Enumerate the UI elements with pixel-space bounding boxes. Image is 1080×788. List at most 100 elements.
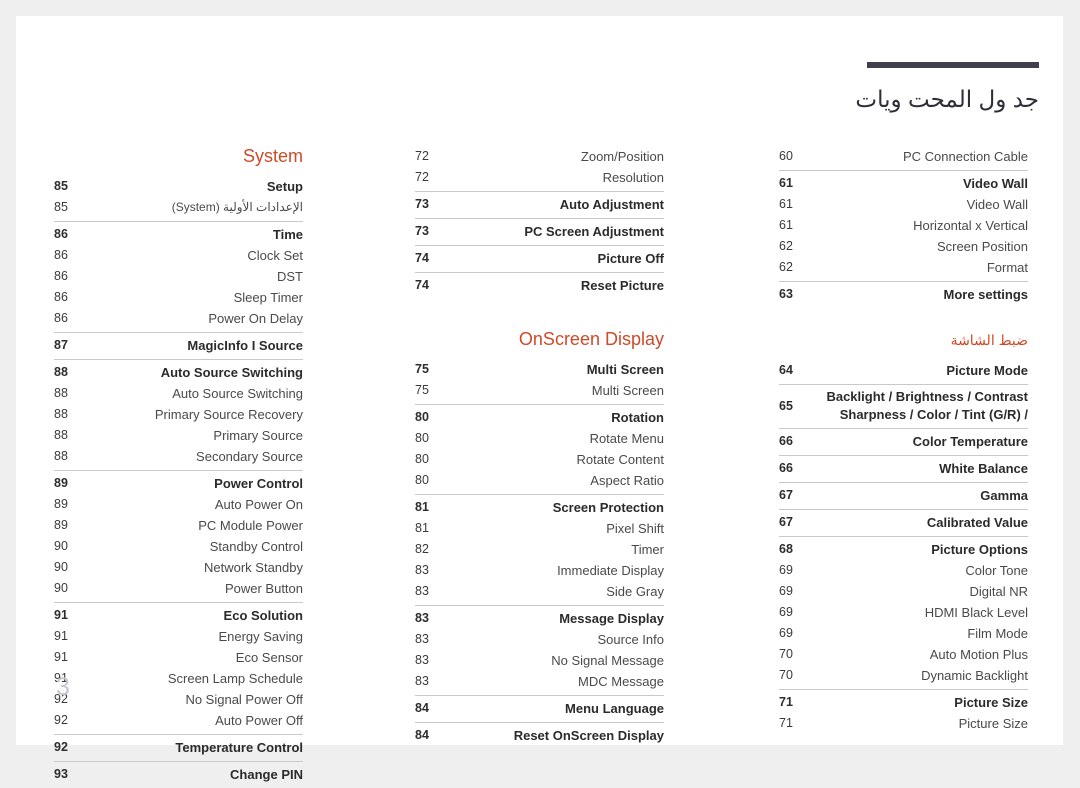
toc-entry[interactable]: 86 Power On Delay — [54, 308, 303, 329]
toc-entry[interactable]: 69 Digital NR — [779, 581, 1028, 602]
toc-entry[interactable]: 84 Menu Language — [415, 698, 664, 719]
toc-entry-label: Auto Power Off — [215, 713, 303, 728]
toc-entry[interactable]: 66 White Balance — [779, 458, 1028, 479]
toc-entry-page: 81 — [415, 521, 429, 535]
toc-entry-label: Source Info — [597, 632, 665, 647]
toc-entry[interactable]: 62 Format — [779, 257, 1028, 278]
toc-entry-label: Horizontal x Vertical — [913, 218, 1028, 233]
toc-entry[interactable]: 88 Auto Source Switching — [54, 362, 303, 383]
toc-entry[interactable]: 89 Power Control — [54, 473, 303, 494]
toc-entry[interactable]: 89 Auto Power On — [54, 494, 303, 515]
toc-entry[interactable]: 83 Immediate Display — [415, 560, 664, 581]
toc-entry[interactable]: 80 Rotate Content — [415, 449, 664, 470]
toc-entry[interactable]: 86 Clock Set — [54, 245, 303, 266]
toc-group: 61 Video Wall 61 Video Wall 61 Horizontal x V… — [779, 170, 1028, 281]
toc-entry[interactable]: 66 Color Temperature — [779, 431, 1028, 452]
toc-entry[interactable]: 68 Picture Options — [779, 539, 1028, 560]
toc-entry[interactable]: 85 الإعدادات الأولية (System) — [54, 197, 303, 218]
toc-entry[interactable]: 61 Video Wall — [779, 194, 1028, 215]
toc-entry[interactable]: 88 Secondary Source — [54, 446, 303, 467]
toc-entry[interactable]: 91 Eco Sensor — [54, 647, 303, 668]
toc-entry-page: 87 — [54, 338, 68, 352]
toc-entry-label: Picture Mode — [946, 363, 1028, 378]
toc-entry-label: الإعدادات الأولية (System) — [171, 200, 303, 214]
toc-entry[interactable]: 81 Screen Protection — [415, 497, 664, 518]
toc-entry[interactable]: 86 Sleep Timer — [54, 287, 303, 308]
toc-entry[interactable]: 89 PC Module Power — [54, 515, 303, 536]
toc-entry[interactable]: 60 PC Connection Cable — [779, 146, 1028, 167]
toc-group: 91 Eco Solution 91 Energy Saving 91 Eco Senso… — [54, 602, 303, 734]
toc-entry[interactable]: 82 Timer — [415, 539, 664, 560]
toc-entry[interactable]: 70 Dynamic Backlight — [779, 665, 1028, 686]
toc-entry[interactable]: 72 Zoom/Position — [415, 146, 664, 167]
toc-entry[interactable]: 69 Color Tone — [779, 560, 1028, 581]
toc-entry[interactable]: 90 Network Standby — [54, 557, 303, 578]
toc-entry[interactable]: 91 Eco Solution — [54, 605, 303, 626]
toc-entry-label: HDMI Black Level — [924, 605, 1028, 620]
toc-entry[interactable]: 61 Video Wall — [779, 173, 1028, 194]
toc-entry[interactable]: 72 Resolution — [415, 167, 664, 188]
toc-entry[interactable]: 64 Picture Mode — [779, 360, 1028, 381]
toc-entry[interactable]: 83 Source Info — [415, 629, 664, 650]
toc-entry[interactable]: 67 Gamma — [779, 485, 1028, 506]
toc-entry-page: 80 — [415, 431, 429, 445]
toc-entry[interactable]: 83 Message Display — [415, 608, 664, 629]
toc-entry-label: Auto Power On — [214, 497, 303, 512]
toc-entry[interactable]: 74 Picture Off — [415, 248, 664, 269]
toc-entry[interactable]: 83 Side Gray — [415, 581, 664, 602]
toc-entry-label: Eco Sensor — [235, 650, 303, 665]
toc-entry[interactable]: 85 Setup — [54, 176, 303, 197]
document-header: جد ول المحت ويات — [719, 62, 1039, 115]
toc-entry-label: Picture Options — [931, 542, 1028, 557]
toc-entry[interactable]: 73 PC Screen Adjustment — [415, 221, 664, 242]
toc-entry[interactable]: 67 Calibrated Value — [779, 512, 1028, 533]
toc-entry[interactable]: 92 Auto Power Off — [54, 710, 303, 731]
toc-entry[interactable]: 92 Temperature Control — [54, 737, 303, 758]
toc-entry[interactable]: 86 DST — [54, 266, 303, 287]
toc-entry[interactable]: 88 Primary Source Recovery — [54, 404, 303, 425]
toc-entry[interactable]: 75 Multi Screen — [415, 359, 664, 380]
toc-entry-page: 80 — [415, 410, 429, 424]
toc-entry[interactable]: 61 Horizontal x Vertical — [779, 215, 1028, 236]
toc-entry-label: PC Connection Cable — [902, 149, 1028, 164]
toc-entry[interactable]: 90 Power Button — [54, 578, 303, 599]
toc-entry[interactable]: 83 No Signal Message — [415, 650, 664, 671]
toc-entry[interactable]: 93 Change PIN — [54, 764, 303, 785]
toc-entry[interactable]: 86 Time — [54, 224, 303, 245]
toc-entry[interactable]: 65 Backlight / Brightness / Contrast Sharp… — [779, 387, 1028, 425]
toc-entry-page: 68 — [779, 542, 793, 556]
toc-entry-page: 88 — [54, 365, 68, 379]
toc-entry[interactable]: 91 Screen Lamp Schedule — [54, 668, 303, 689]
toc-entry[interactable]: 73 Auto Adjustment — [415, 194, 664, 215]
toc-entry[interactable]: 74 Reset Picture — [415, 275, 664, 296]
toc-entry[interactable]: 90 Standby Control — [54, 536, 303, 557]
toc-entry[interactable]: 88 Auto Source Switching — [54, 383, 303, 404]
toc-entry[interactable]: 87 MagicInfo I Source — [54, 335, 303, 356]
toc-entry[interactable]: 75 Multi Screen — [415, 380, 664, 401]
toc-entry[interactable]: 81 Pixel Shift — [415, 518, 664, 539]
toc-entry[interactable]: 69 Film Mode — [779, 623, 1028, 644]
toc-entry[interactable]: 80 Rotation — [415, 407, 664, 428]
toc-entry-page: 80 — [415, 452, 429, 466]
toc-entry[interactable]: 91 Energy Saving — [54, 626, 303, 647]
toc-entry-page: 90 — [54, 560, 68, 574]
toc-entry[interactable]: 80 Rotate Menu — [415, 428, 664, 449]
toc-group: 74 Picture Off — [415, 245, 664, 272]
toc-entry[interactable]: 69 HDMI Black Level — [779, 602, 1028, 623]
toc-entry-page: 88 — [54, 428, 68, 442]
toc-entry-label: Color Temperature — [912, 434, 1028, 449]
toc-entry[interactable]: 62 Screen Position — [779, 236, 1028, 257]
toc-entry[interactable]: 83 MDC Message — [415, 671, 664, 692]
toc-column-right: 60 PC Connection Cable 61 Video Wall 61 Video… — [779, 146, 1028, 737]
toc-entry[interactable]: 70 Auto Motion Plus — [779, 644, 1028, 665]
toc-entry-label: Pixel Shift — [606, 521, 664, 536]
toc-entry[interactable]: 63 More settings — [779, 284, 1028, 305]
toc-entry-label: White Balance — [939, 461, 1028, 476]
toc-entry[interactable]: 84 Reset OnScreen Display — [415, 725, 664, 746]
toc-entry[interactable]: 71 Picture Size — [779, 692, 1028, 713]
toc-entry[interactable]: 92 No Signal Power Off — [54, 689, 303, 710]
toc-entry[interactable]: 71 Picture Size — [779, 713, 1028, 734]
toc-group: 67 Gamma — [779, 482, 1028, 509]
toc-entry[interactable]: 80 Aspect Ratio — [415, 470, 664, 491]
toc-entry[interactable]: 88 Primary Source — [54, 425, 303, 446]
